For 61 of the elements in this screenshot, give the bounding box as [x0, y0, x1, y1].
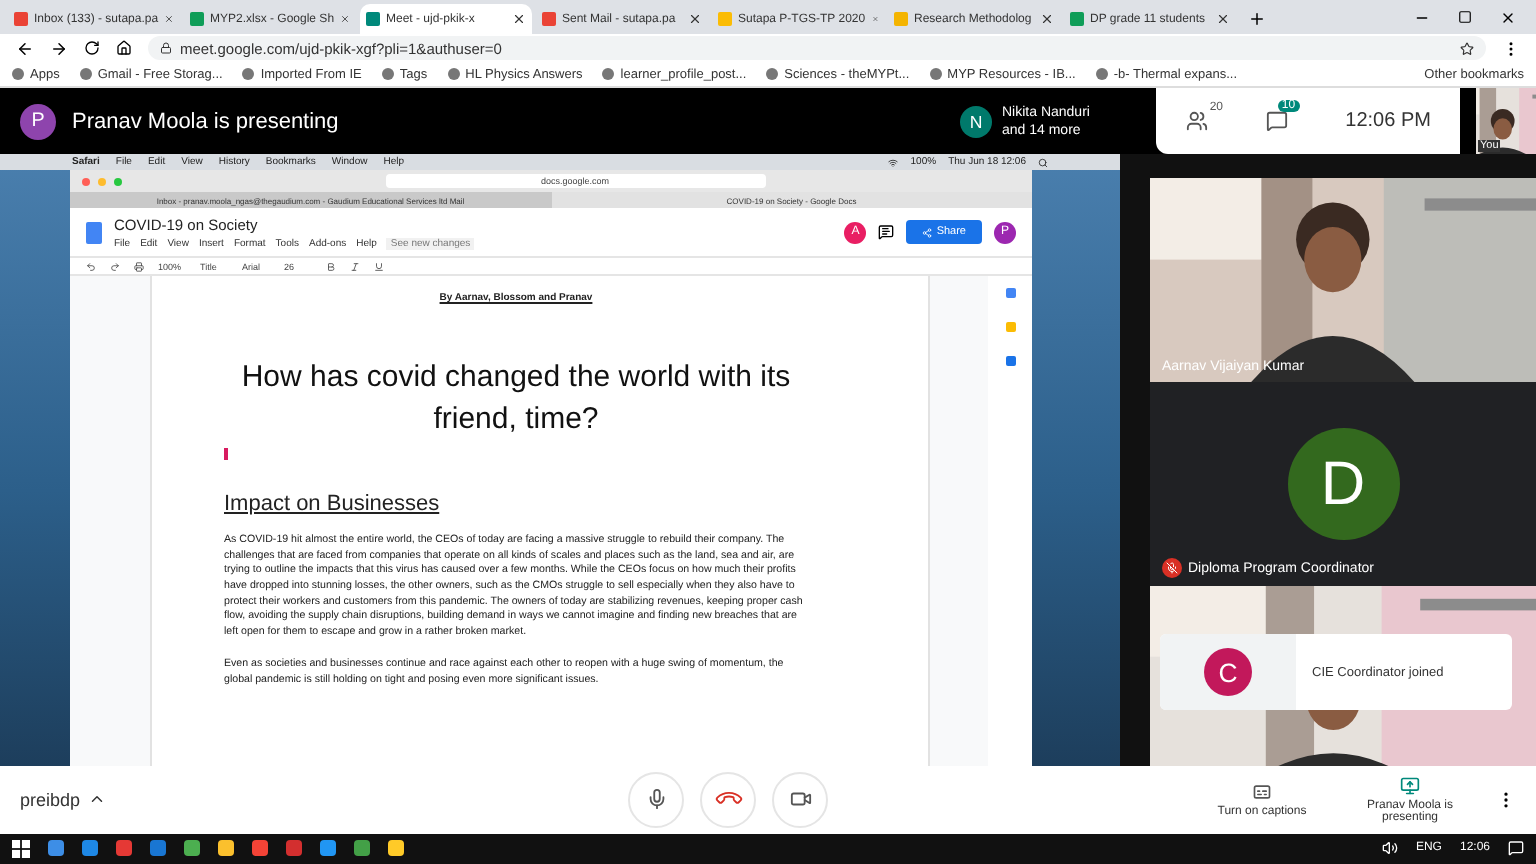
taskbar-app-icon[interactable]	[388, 840, 404, 857]
undo-icon[interactable]	[86, 261, 96, 272]
italic-icon[interactable]	[350, 261, 360, 272]
tab-favicon-icon	[542, 12, 556, 26]
tab-favicon-icon	[190, 12, 204, 26]
lock-icon	[160, 42, 172, 55]
home-icon[interactable]	[116, 40, 132, 57]
taskbar-app-icon[interactable]	[354, 840, 370, 857]
bold-icon[interactable]	[326, 261, 336, 272]
taskbar-app-icon[interactable]	[218, 840, 234, 857]
tab-favicon-icon	[894, 12, 908, 26]
star-icon[interactable]	[1460, 41, 1474, 56]
underline-icon[interactable]	[374, 261, 384, 272]
meeting-code[interactable]: preibdp	[20, 789, 81, 810]
hang-up-button[interactable]	[700, 771, 756, 828]
participant-avatar: D	[1287, 428, 1399, 541]
docs-icon	[86, 221, 102, 244]
microphone-button[interactable]	[628, 771, 684, 828]
microphone-icon	[645, 788, 667, 811]
section-heading: Impact on Businesses	[224, 492, 442, 517]
forward-icon[interactable]	[50, 39, 68, 58]
taskbar-app-icon[interactable]	[252, 840, 268, 857]
redo-icon[interactable]	[110, 261, 120, 272]
participant-avatar: N	[960, 105, 992, 138]
taskbar-app-icon[interactable]	[82, 840, 98, 857]
tab-favicon-icon	[366, 12, 380, 26]
document-heading: How has covid changed the world with its friend, time?	[239, 358, 793, 441]
camera-icon	[789, 788, 811, 811]
share-icon	[922, 227, 933, 238]
chat-icon[interactable]	[1265, 110, 1288, 133]
text-cursor	[224, 448, 228, 461]
new-tab-icon[interactable]	[1248, 10, 1266, 28]
search-icon[interactable]	[1038, 157, 1048, 168]
maximize-icon[interactable]	[1458, 10, 1472, 24]
close-icon[interactable]	[512, 12, 526, 26]
windows-start-icon[interactable]	[12, 839, 30, 858]
presenter-title: Pranav Moola is presenting	[72, 109, 341, 134]
meeting-time: 12:06 PM	[1345, 110, 1431, 133]
taskbar-app-icon[interactable]	[48, 840, 64, 857]
wifi-icon	[888, 157, 899, 168]
participant-avatar: C	[1204, 648, 1252, 697]
close-icon[interactable]	[1500, 9, 1516, 25]
close-icon[interactable]	[688, 12, 702, 26]
volume-icon[interactable]	[1381, 840, 1398, 857]
presenter-avatar: P	[20, 103, 56, 140]
back-icon[interactable]	[16, 39, 34, 58]
comments-icon[interactable]	[878, 224, 895, 241]
taskbar-app-icon[interactable]	[320, 840, 336, 857]
reload-icon[interactable]	[84, 40, 100, 57]
people-icon[interactable]	[1185, 110, 1208, 133]
print-icon[interactable]	[134, 261, 144, 272]
present-screen-icon	[1400, 775, 1420, 796]
taskbar-app-icon[interactable]	[184, 840, 200, 857]
tab-favicon-icon	[718, 12, 732, 26]
camera-button[interactable]	[772, 771, 828, 828]
captions-icon	[1252, 781, 1272, 802]
tab-favicon-icon	[1070, 12, 1084, 26]
close-icon[interactable]	[1040, 12, 1054, 26]
tab-favicon-icon	[14, 12, 28, 26]
notifications-icon[interactable]	[1508, 840, 1524, 857]
close-icon[interactable]	[1216, 12, 1230, 26]
